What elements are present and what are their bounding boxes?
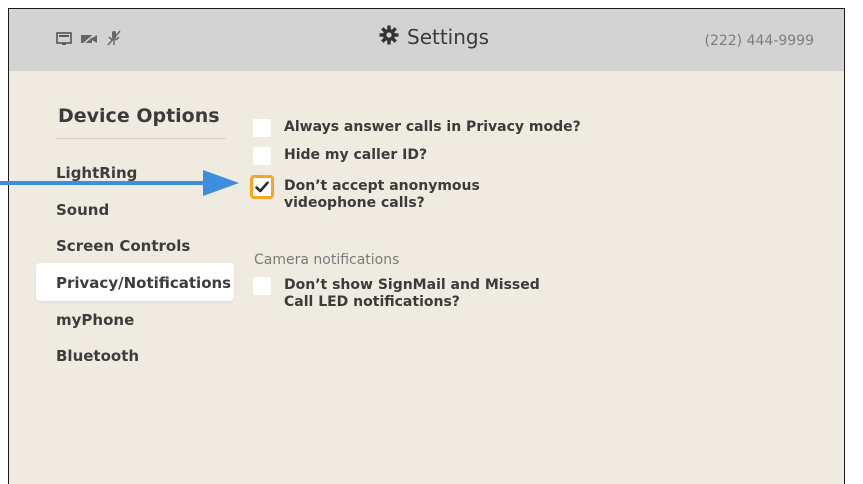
status-icons <box>56 30 122 50</box>
option-label-line1: Don’t accept anonymous <box>284 178 480 194</box>
option-label: Hide my caller ID? <box>284 147 428 163</box>
callout-arrow-line <box>0 181 206 185</box>
callout-arrow-head-icon <box>203 170 239 196</box>
option-label: Always answer calls in Privacy mode? <box>284 119 581 135</box>
page-title-group: Settings <box>379 25 489 49</box>
camera-notifications-heading: Camera notifications <box>254 252 400 268</box>
sidebar-divider <box>56 138 226 139</box>
hide-caller-id-checkbox[interactable] <box>253 147 271 165</box>
network-icon <box>56 31 72 50</box>
option-label-line2: Call LED notifications? <box>284 294 460 310</box>
sidebar-item-screen-controls[interactable]: Screen Controls <box>56 237 190 255</box>
option-hide-signmail-led[interactable]: Don’t show SignMail and Missed Call LED … <box>253 277 540 311</box>
gear-icon <box>379 25 399 49</box>
option-label-line2: videophone calls? <box>284 195 425 211</box>
settings-screen: Settings (222) 444-9999 Device Options L… <box>8 8 845 484</box>
sidebar-item-lightring[interactable]: LightRing <box>56 164 137 182</box>
sidebar-item-privacy-notifications[interactable]: Privacy/Notifications <box>56 274 231 292</box>
always-answer-privacy-checkbox[interactable] <box>253 119 271 137</box>
option-hide-caller-id[interactable]: Hide my caller ID? <box>253 147 427 165</box>
option-label: Don’t accept anonymous videophone calls? <box>284 178 480 212</box>
hide-signmail-led-checkbox[interactable] <box>253 277 271 295</box>
option-label: Don’t show SignMail and Missed Call LED … <box>284 277 540 311</box>
phone-number: (222) 444-9999 <box>704 33 815 49</box>
option-reject-anonymous[interactable]: Don’t accept anonymous videophone calls? <box>250 175 480 212</box>
video-off-icon <box>80 31 98 50</box>
mic-off-icon <box>106 30 122 50</box>
sidebar-item-sound[interactable]: Sound <box>56 201 109 219</box>
top-bar: Settings (222) 444-9999 <box>9 9 844 71</box>
option-always-answer-privacy[interactable]: Always answer calls in Privacy mode? <box>253 119 581 137</box>
sidebar-item-myphone[interactable]: myPhone <box>56 311 134 329</box>
checkmark-icon <box>255 181 269 193</box>
page-title: Settings <box>407 25 490 49</box>
sidebar-item-bluetooth[interactable]: Bluetooth <box>56 347 139 365</box>
option-label-line1: Don’t show SignMail and Missed <box>284 277 540 293</box>
reject-anonymous-checkbox[interactable] <box>250 175 274 199</box>
sidebar-heading: Device Options <box>58 105 220 127</box>
